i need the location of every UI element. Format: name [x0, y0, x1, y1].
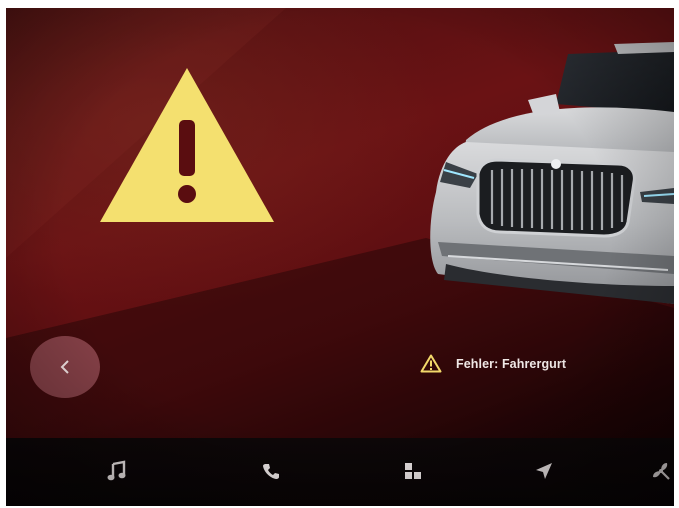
warning-icon	[420, 354, 442, 373]
back-button[interactable]	[30, 336, 100, 398]
nav-apps-button[interactable]	[398, 456, 428, 486]
music-icon	[107, 460, 126, 481]
phone-icon	[263, 464, 279, 479]
car-image	[430, 42, 674, 304]
nav-media-button[interactable]	[102, 456, 132, 486]
vehicle-alert-screen: Fehler: Fahrergurt	[6, 8, 674, 506]
nav-navigation-button[interactable]	[529, 456, 559, 486]
apps-grid-icon	[405, 463, 421, 479]
warning-triangle-icon	[100, 68, 274, 222]
status-text: Fehler: Fahrergurt	[456, 356, 567, 371]
climate-fan-icon	[653, 463, 670, 480]
bottom-nav-bar	[6, 438, 674, 506]
status-message: Fehler: Fahrergurt	[420, 354, 566, 373]
nav-climate-button[interactable]	[646, 456, 674, 486]
nav-phone-button[interactable]	[256, 456, 286, 486]
navigation-icon	[536, 463, 552, 479]
chevron-left-icon	[60, 360, 69, 374]
